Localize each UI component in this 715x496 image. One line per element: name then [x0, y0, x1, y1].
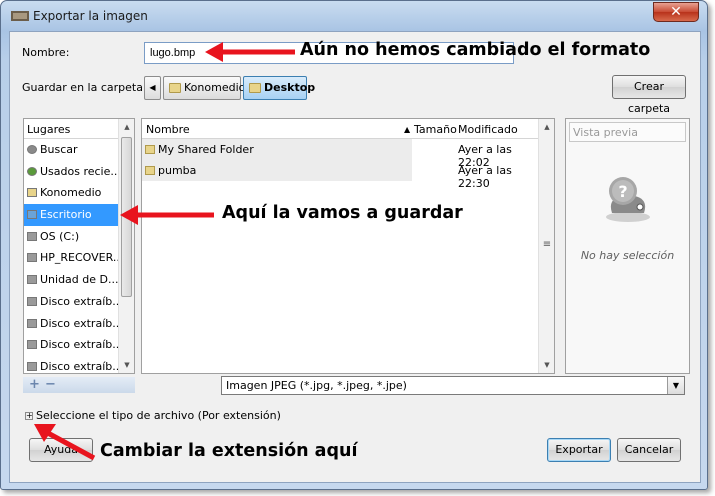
file-modified: Ayer a las 22:30 — [458, 164, 512, 190]
sidebar-item-label: Konomedio — [40, 186, 102, 200]
annotation-change-ext: Cambiar la extensión aquí — [100, 441, 358, 461]
cancel-button[interactable]: Cancelar — [617, 438, 681, 462]
column-modified[interactable]: Modificado — [458, 123, 518, 136]
preview-panel: Vista previa ? No hay selección — [565, 118, 690, 374]
sort-ascending-icon: ▲ — [404, 125, 411, 134]
folder-icon — [145, 145, 155, 154]
scroll-down-icon[interactable]: ▼ — [119, 357, 134, 373]
create-folder-button[interactable]: Crear carpeta — [612, 75, 686, 115]
chevron-down-icon[interactable]: ▼ — [667, 377, 684, 394]
scroll-up-icon[interactable]: ▲ — [119, 119, 134, 135]
drive-icon — [27, 231, 37, 241]
drive-icon — [27, 296, 37, 306]
breadcrumb-konomedio[interactable]: Konomedio — [163, 76, 245, 100]
column-size[interactable]: Tamaño — [414, 123, 457, 136]
folder-icon — [27, 188, 37, 198]
sidebar-item[interactable]: Escritorio — [24, 204, 120, 226]
sidebar-item-label: Buscar — [40, 143, 78, 156]
remove-place-icon[interactable]: − — [45, 377, 56, 392]
places-scrollbar[interactable]: ▲ ▼ — [118, 119, 134, 373]
dialog-body: Nombre: Guardar en la carpeta: ◀ Konomed… — [9, 31, 701, 483]
sidebar-item[interactable]: Konomedio — [24, 182, 120, 204]
preview-title: Vista previa — [569, 122, 686, 142]
file-row[interactable]: pumba Ayer a las 22:30 — [142, 160, 540, 190]
drive-icon — [27, 275, 37, 285]
folder-icon — [169, 83, 181, 93]
desktop-icon — [27, 210, 37, 220]
places-panel: Lugares Buscar Usados recie... Konomedio Es… — [23, 118, 135, 374]
drive-icon — [27, 318, 37, 328]
arrow-left-icon — [205, 42, 295, 62]
sidebar-item[interactable]: Disco extraíb... — [24, 334, 120, 356]
breadcrumb-back-button[interactable]: ◀ — [144, 76, 161, 100]
file-type-select[interactable]: Imagen JPEG (*.jpg, *.jpeg, *.jpe) ▼ — [221, 376, 685, 395]
window-title: Exportar la imagen — [33, 9, 148, 23]
file-list: Nombre ▲ Tamaño Modificado My Shared Fol… — [141, 118, 555, 374]
sidebar-item[interactable]: Disco extraíb... — [24, 313, 120, 335]
breadcrumb-label: Konomedio — [184, 81, 246, 94]
title-bar: Exportar la imagen ✕ — [1, 1, 707, 31]
sidebar-item-label: HP_RECOVER... — [40, 251, 120, 265]
sidebar-item[interactable]: Disco extraíb... — [24, 291, 120, 313]
scroll-grip-icon[interactable]: ≡ — [539, 237, 554, 253]
scroll-down-icon[interactable]: ▼ — [539, 357, 554, 373]
sidebar-item-label: Unidad de D... — [40, 273, 119, 287]
sidebar-item[interactable]: Unidad de D... — [24, 269, 120, 291]
gimp-icon — [11, 11, 29, 21]
drive-icon — [27, 340, 37, 350]
breadcrumb-desktop[interactable]: Desktop — [243, 76, 315, 100]
sidebar-item-label: OS (C:) — [40, 229, 80, 243]
file-list-scrollbar[interactable]: ▲ ≡ ▼ — [538, 119, 554, 373]
add-place-icon[interactable]: + — [29, 377, 40, 392]
sidebar-item[interactable]: Usados recie... — [24, 161, 120, 183]
expand-icon[interactable]: + — [25, 412, 33, 420]
column-name[interactable]: Nombre — [146, 123, 190, 136]
drive-icon — [27, 253, 37, 263]
export-button[interactable]: Exportar — [547, 438, 611, 462]
sidebar-item[interactable]: Buscar — [24, 139, 120, 161]
sidebar-item-label: Escritorio — [40, 208, 92, 222]
places-add-remove-bar: + − — [23, 377, 135, 393]
file-row[interactable]: My Shared Folder Ayer a las 22:02 — [142, 139, 540, 169]
close-button[interactable]: ✕ — [653, 2, 699, 22]
folder-icon — [145, 166, 155, 175]
sidebar-item[interactable]: HP_RECOVER... — [24, 247, 120, 269]
svg-text:?: ? — [618, 182, 627, 201]
sidebar-item-label: Usados recie... — [40, 164, 120, 178]
folder-label: Guardar en la carpeta: — [22, 81, 147, 94]
sidebar-item-label: Disco extraíb... — [40, 316, 120, 330]
recent-icon — [27, 166, 37, 176]
scroll-up-icon[interactable]: ▲ — [539, 119, 554, 135]
sidebar-item-label: Disco extraíb... — [40, 294, 120, 308]
sidebar-item-label: Disco extraíb... — [40, 359, 120, 373]
file-name: pumba — [158, 164, 197, 177]
folder-icon — [249, 83, 261, 93]
export-dialog: Exportar la imagen ✕ Nombre: Guardar en … — [0, 0, 708, 490]
file-list-header: Nombre ▲ Tamaño Modificado — [142, 119, 540, 139]
arrow-up-left-icon — [34, 424, 96, 461]
sidebar-item[interactable]: Disco extraíb... — [24, 356, 120, 373]
arrow-left-icon — [120, 205, 214, 225]
wilber-question-icon: ? — [606, 177, 650, 222]
annotation-format: Aún no hemos cambiado el formato — [300, 40, 651, 60]
breadcrumb-label: Desktop — [264, 81, 316, 94]
preview-empty-text: No hay selección — [580, 249, 675, 262]
file-type-value: Imagen JPEG (*.jpg, *.jpeg, *.jpe) — [226, 379, 407, 392]
drive-icon — [27, 361, 37, 371]
sidebar-item[interactable]: OS (C:) — [24, 226, 120, 248]
name-label: Nombre: — [22, 46, 70, 59]
search-icon — [27, 145, 37, 154]
sidebar-item-label: Disco extraíb... — [40, 338, 120, 352]
file-name: My Shared Folder — [158, 143, 254, 156]
annotation-save-here: Aquí la vamos a guardar — [222, 203, 463, 223]
